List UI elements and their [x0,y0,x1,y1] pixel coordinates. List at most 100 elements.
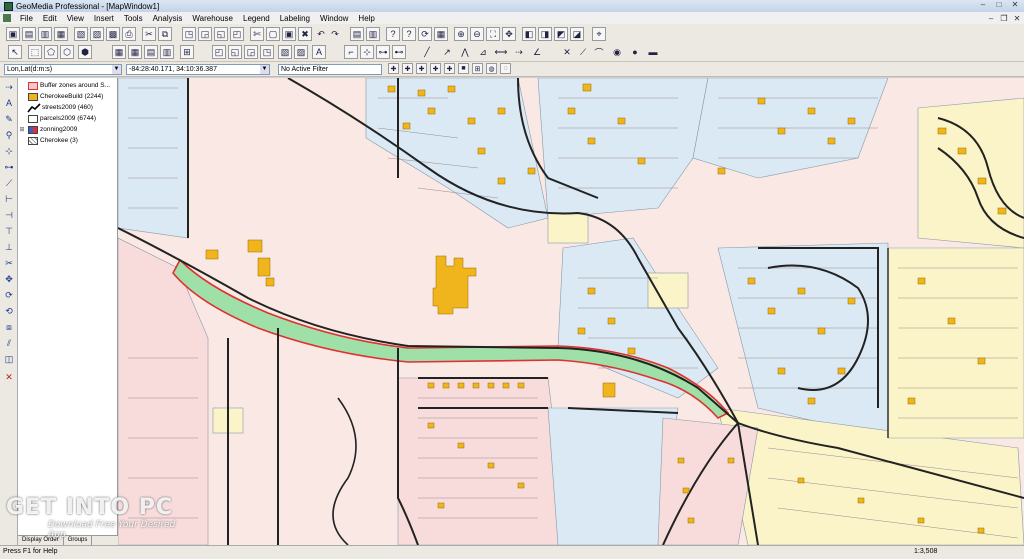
copy-parallel-icon[interactable]: ⫽ [3,338,15,349]
table-icon[interactable]: ▦ [112,45,126,59]
split-tool-icon[interactable]: ✂ [3,258,15,269]
legend-entry-buildings[interactable]: CherokeeBuild (2244) [18,91,103,102]
menu-analysis[interactable]: Analysis [148,14,188,23]
scale-icon[interactable]: ⧈ [3,322,15,333]
copy-icon[interactable]: ⧉ [158,27,172,41]
continue-icon[interactable]: ⟋ [3,178,15,189]
paste-icon[interactable]: ▣ [282,27,296,41]
map-canvas[interactable] [118,78,1024,545]
menu-edit[interactable]: Edit [38,14,62,23]
legend-entry-zoning[interactable]: ⊞ zonning2009 [18,124,77,135]
zoom-in-icon[interactable]: ⊕ [454,27,468,41]
insert-picture-icon[interactable]: ▧ [278,45,292,59]
delete-feature-icon[interactable]: ✕ [3,372,15,383]
legend-entry-parcels[interactable]: parcels2009 (6744) [18,113,96,124]
save-icon[interactable]: ▥ [38,27,52,41]
filter-tool-8-icon[interactable]: ◍ [486,63,497,74]
insert-area-icon[interactable]: ◰ [212,45,226,59]
legend-icon[interactable]: ◱ [214,27,228,41]
draw-dimension-icon[interactable]: ⟷ [494,45,508,59]
open-icon[interactable]: ▤ [22,27,36,41]
properties-icon[interactable]: ▤ [350,27,364,41]
menu-insert[interactable]: Insert [89,14,119,23]
draw-offset-icon[interactable]: ⇢ [512,45,526,59]
refresh-icon[interactable]: ⟳ [418,27,432,41]
attribute-query-icon[interactable]: ▥ [160,45,174,59]
find-icon[interactable]: ⚲ [3,130,15,141]
north-arrow-icon[interactable]: ◰ [230,27,244,41]
minimize-button[interactable]: – [976,0,990,10]
menu-view[interactable]: View [62,14,89,23]
close-button[interactable]: ✕ [1008,0,1022,10]
filter-tool-6-icon[interactable]: ■ [458,63,469,74]
merge-icon[interactable]: ⊷ [392,45,406,59]
draw-line-icon[interactable]: ╱ [420,45,434,59]
menu-file[interactable]: File [15,14,38,23]
mdi-minimize-button[interactable]: – [986,14,996,23]
filter-select[interactable]: No Active Filter [278,64,382,75]
select-set-icon[interactable]: ▥ [366,27,380,41]
grid-icon[interactable]: ▦ [128,45,142,59]
filter-tool-3-icon[interactable]: ✚ [416,63,427,74]
snap-icon[interactable]: ⌐ [344,45,358,59]
select-by-rect-icon[interactable]: ⬚ [28,45,42,59]
map-window-icon[interactable]: ▧ [74,27,88,41]
menu-window[interactable]: Window [315,14,353,23]
mdi-restore-button[interactable]: ❐ [999,14,1009,23]
whats-this-icon[interactable]: ? [402,27,416,41]
vertex-add-icon[interactable]: ⊹ [3,146,15,157]
insert-label-icon[interactable]: ▨ [294,45,308,59]
filter-tool-2-icon[interactable]: ✚ [402,63,413,74]
magnifier-icon[interactable]: ◪ [570,27,584,41]
cut-icon[interactable]: ✂ [142,27,156,41]
warehouse-icon[interactable]: ▦ [54,27,68,41]
previous-view-icon[interactable]: ◧ [522,27,536,41]
legend-entry-buffer[interactable]: Buffer zones around S... [18,80,110,91]
aggregation-icon[interactable]: ⊞ [180,45,194,59]
draw-arc-icon[interactable]: ⌒ [592,45,606,59]
point-fill-icon[interactable]: ● [628,45,642,59]
vertex-move-icon[interactable]: ⊶ [3,162,15,173]
rotate-icon[interactable]: ⟳ [3,290,15,301]
delete-icon[interactable]: ✖ [298,27,312,41]
fillet-icon[interactable]: ⊥ [3,242,15,253]
draw-arrow-icon[interactable]: ↗ [440,45,454,59]
query-icon[interactable]: ▤ [144,45,158,59]
menu-legend[interactable]: Legend [238,14,275,23]
menu-tools[interactable]: Tools [119,14,148,23]
chevron-down-icon[interactable]: ▼ [112,65,121,74]
insert-line-icon[interactable]: ◱ [228,45,242,59]
filter-tool-1-icon[interactable]: ✚ [388,63,399,74]
insert-point-icon[interactable]: ◲ [244,45,258,59]
spatial-filter-icon[interactable]: ◩ [554,27,568,41]
map-view[interactable] [118,78,1024,545]
filter-tool-7-icon[interactable]: ⊞ [472,63,483,74]
select-by-polygon-icon[interactable]: ⬠ [44,45,58,59]
pointer-icon[interactable]: ⇢ [3,82,15,93]
insert-text-icon[interactable]: A [312,45,326,59]
layout-icon[interactable]: ▩ [106,27,120,41]
move-icon[interactable]: ✥ [3,274,15,285]
select-layer-icon[interactable]: ⬢ [78,45,92,59]
break-icon[interactable]: ⊤ [3,226,15,237]
coordinate-readout[interactable]: -84:28:40.171, 34:10:36.387 ▼ [126,64,270,75]
legend-entry-cherokee[interactable]: Cherokee (3) [18,135,78,146]
print-icon[interactable]: ⎙ [122,27,136,41]
data-window-icon[interactable]: ▨ [90,27,104,41]
menu-warehouse[interactable]: Warehouse [187,14,238,23]
draw-segment-icon[interactable]: ⟋ [576,45,590,59]
redo-icon[interactable]: ↷ [328,27,342,41]
redigitize-icon[interactable]: ◫ [3,354,15,365]
extend-icon[interactable]: ⊣ [3,210,15,221]
fit-all-icon[interactable]: ⛶ [486,27,500,41]
draw-measure-icon[interactable]: ⊿ [476,45,490,59]
pan-icon[interactable]: ✥ [502,27,516,41]
intersect-icon[interactable]: ✕ [560,45,574,59]
menu-labeling[interactable]: Labeling [275,14,315,23]
draw-angle-icon[interactable]: ∠ [530,45,544,59]
coordinate-system-select[interactable]: Lon,Lat(d:m:s) ▼ [4,64,122,75]
fit-selected-icon[interactable]: ◨ [538,27,552,41]
select-tool-icon[interactable]: ↖ [8,45,22,59]
split-icon[interactable]: ⊶ [376,45,390,59]
line-style-icon[interactable]: ▬ [646,45,660,59]
